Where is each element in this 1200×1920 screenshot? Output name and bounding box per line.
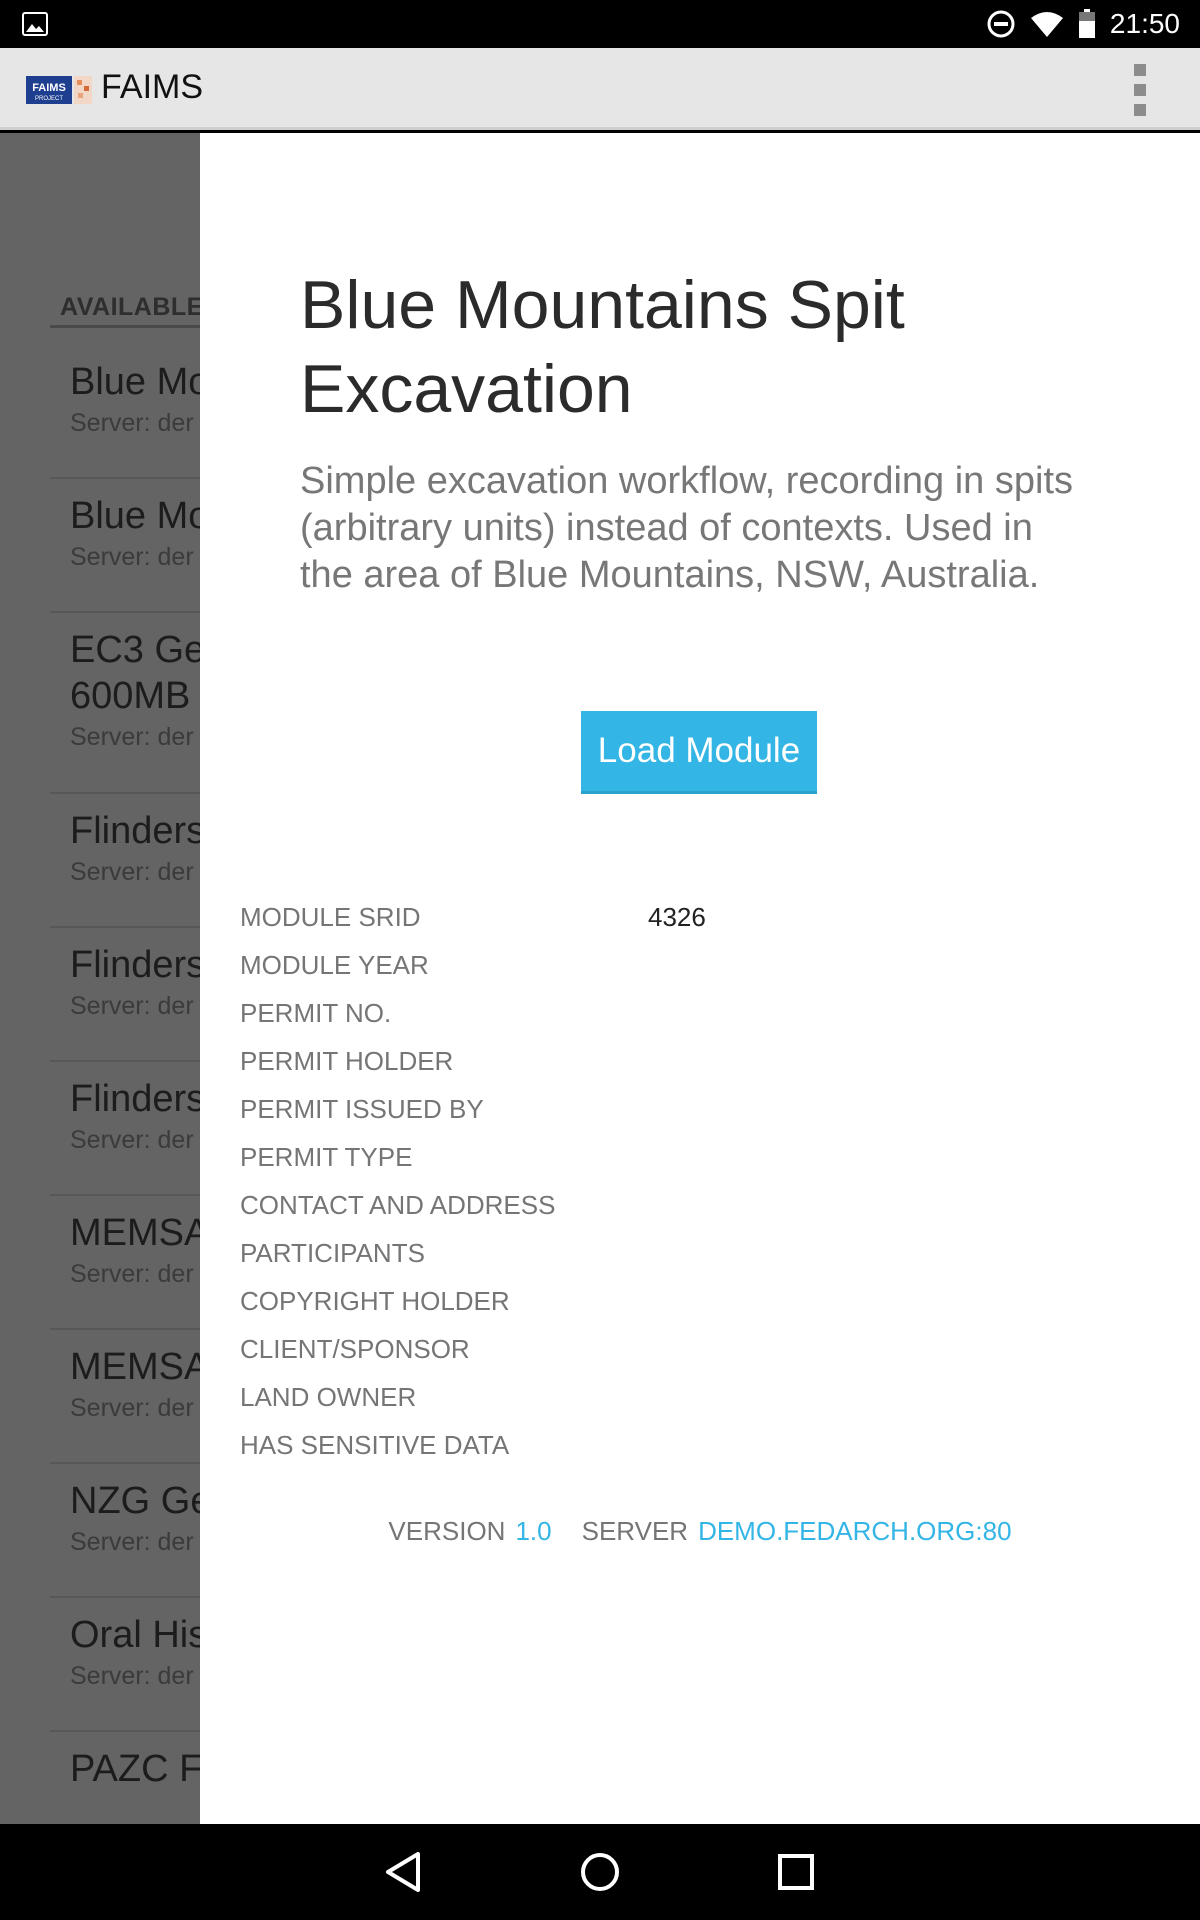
meta-label: PERMIT ISSUED BY	[240, 1093, 484, 1124]
svg-text:PROJECT: PROJECT	[35, 96, 63, 102]
version-value: 1.0	[515, 1516, 552, 1546]
meta-row-has-sensitive-data: HAS SENSITIVE DATA	[240, 1421, 1140, 1469]
battery-icon	[1078, 9, 1095, 38]
list-item[interactable]: Blue Mo Server: der	[50, 479, 200, 613]
server-value: DEMO.FEDARCH.ORG:80	[698, 1516, 1012, 1546]
meta-row-module-srid: MODULE SRID 4326	[240, 893, 1140, 941]
module-list-background: AVAILABLE Blue Mo Server: der Blue Mo Se…	[0, 133, 200, 1824]
home-icon[interactable]	[574, 1846, 626, 1898]
do-not-disturb-icon	[987, 10, 1015, 38]
meta-label: MODULE YEAR	[240, 949, 429, 980]
section-header-available: AVAILABLE	[50, 293, 200, 328]
list-item[interactable]: Oral His Server: der	[50, 1598, 200, 1732]
meta-row-client-sponsor: CLIENT/SPONSOR	[240, 1325, 1140, 1373]
list-item[interactable]: Flinders Server: der	[50, 794, 200, 928]
meta-label: PERMIT TYPE	[240, 1141, 413, 1172]
module-details-panel: Blue Mountains Spit Excavation Simple ex…	[200, 133, 1200, 1824]
meta-label: CLIENT/SPONSOR	[240, 1333, 470, 1364]
meta-row-contact-and-address: CONTACT AND ADDRESS	[240, 1181, 1140, 1229]
list-item[interactable]: MEMSA Server: der	[50, 1196, 200, 1330]
meta-label: PERMIT HOLDER	[240, 1045, 454, 1076]
status-bar: 21:50	[0, 0, 1200, 48]
image-icon	[22, 12, 48, 36]
meta-row-module-year: MODULE YEAR	[240, 941, 1140, 989]
meta-row-permit-holder: PERMIT HOLDER	[240, 1037, 1140, 1085]
meta-row-participants: PARTICIPANTS	[240, 1229, 1140, 1277]
meta-row-permit-type: PERMIT TYPE	[240, 1133, 1140, 1181]
meta-label: PARTICIPANTS	[240, 1237, 425, 1268]
meta-label: CONTACT AND ADDRESS	[240, 1189, 556, 1220]
list-item[interactable]: Flinders Server: der	[50, 928, 200, 1062]
server-label: SERVER	[581, 1516, 689, 1546]
list-item[interactable]: Blue Mo Server: der	[50, 345, 200, 479]
faims-logo: FAIMS PROJECT	[26, 76, 92, 104]
list-item[interactable]: EC3 Ge 600MB Server: der	[50, 613, 200, 794]
meta-row-land-owner: LAND OWNER	[240, 1373, 1140, 1421]
svg-text:FAIMS: FAIMS	[32, 82, 66, 94]
back-icon[interactable]	[378, 1846, 430, 1898]
module-title: Blue Mountains Spit Excavation	[300, 267, 905, 427]
meta-label: PERMIT NO.	[240, 997, 392, 1028]
module-description: Simple excavation workflow, recording in…	[300, 460, 1074, 596]
meta-label: LAND OWNER	[240, 1381, 417, 1412]
meta-label: COPYRIGHT HOLDER	[240, 1285, 510, 1316]
action-bar: FAIMS PROJECT FAIMS	[0, 48, 1200, 130]
module-footer: VERSION 1.0 SERVER DEMO.FEDARCH.ORG:80	[200, 1516, 1200, 1547]
wifi-icon	[1030, 12, 1063, 37]
recents-icon[interactable]	[770, 1846, 822, 1898]
version-label: VERSION	[388, 1516, 506, 1546]
list-item[interactable]: Flinders Server: der	[50, 1062, 200, 1196]
app-title: FAIMS	[101, 68, 204, 106]
navigation-bar	[0, 1824, 1200, 1920]
meta-row-permit-no: PERMIT NO.	[240, 989, 1140, 1037]
meta-row-permit-issued-by: PERMIT ISSUED BY	[240, 1085, 1140, 1133]
meta-row-copyright-holder: COPYRIGHT HOLDER	[240, 1277, 1140, 1325]
load-module-button[interactable]: Load Module	[581, 711, 817, 794]
meta-label: HAS SENSITIVE DATA	[240, 1429, 510, 1460]
meta-value: 4326	[648, 901, 706, 932]
list-item[interactable]: NZG Ge Server: der	[50, 1464, 200, 1598]
clock: 21:50	[1109, 8, 1180, 39]
overflow-menu-icon[interactable]	[1134, 64, 1146, 116]
module-metadata-table: MODULE SRID 4326 MODULE YEAR PERMIT NO. …	[240, 893, 1140, 1469]
list-item[interactable]: PAZC F	[50, 1732, 200, 1792]
list-item[interactable]: MEMSA Server: der	[50, 1330, 200, 1464]
meta-label: MODULE SRID	[240, 901, 421, 932]
